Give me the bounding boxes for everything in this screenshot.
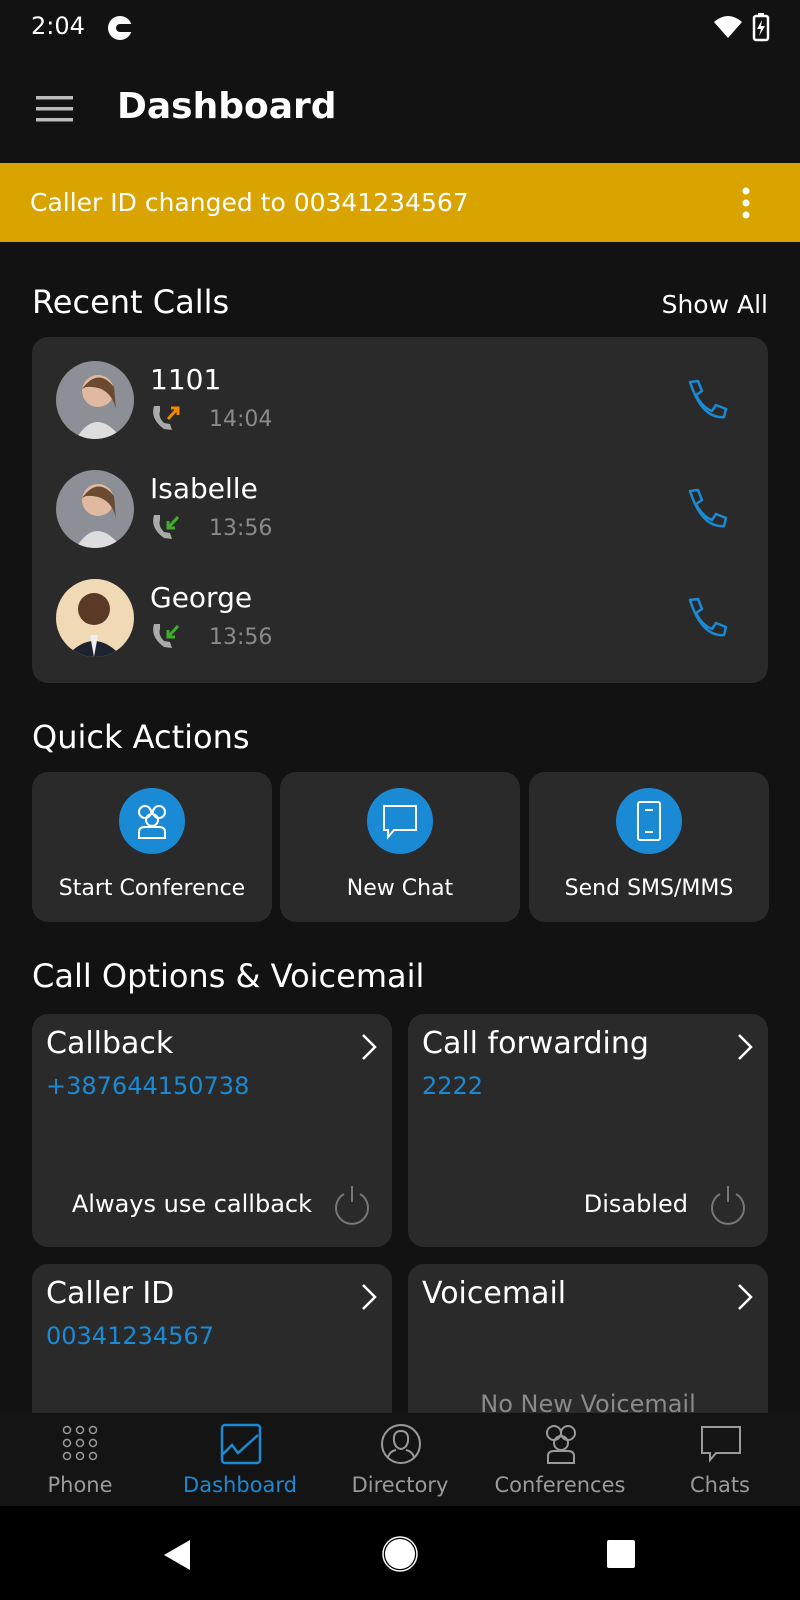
caller-name: George [150,581,253,614]
recent-call-row[interactable]: 1101 14:04 [32,337,768,446]
chevron-right-icon [738,1034,753,1060]
more-options-icon[interactable] [742,187,750,219]
nav-conferences[interactable]: Conferences [480,1413,640,1506]
nav-chats-label: Chats [689,1473,751,1497]
new-chat-label: New Chat [346,876,454,901]
start-conference-button[interactable]: Start Conference [32,772,272,922]
send-sms-button[interactable]: Send SMS/MMS [529,772,769,922]
bottom-navigation: Phone Dashboard Directory Conferences Ch… [0,1413,800,1506]
app-bar: Dashboard [0,56,800,163]
voicemail-title: Voicemail [422,1276,567,1311]
recent-call-row[interactable]: George 13:56 [32,555,768,664]
call-forwarding-status: Disabled [583,1190,688,1218]
status-bar: 2:04 [0,0,800,56]
nav-chats[interactable]: Chats [640,1413,800,1506]
wifi-icon [714,16,742,38]
incoming-call-icon [153,624,180,648]
call-options-heading: Call Options & Voicemail [32,957,425,995]
system-navigation-bar [0,1506,800,1600]
caller-id-banner: Caller ID changed to 00341234567 [0,163,800,242]
menu-icon[interactable] [36,96,73,122]
send-sms-label: Send SMS/MMS [564,876,734,901]
app-notification-icon [108,16,134,40]
call-time: 14:04 [209,407,273,432]
call-time: 13:56 [209,625,273,650]
battery-charging-icon [752,13,770,42]
outgoing-call-icon [153,406,180,430]
nav-phone[interactable]: Phone [0,1413,160,1506]
chevron-right-icon [362,1034,377,1060]
recent-call-row[interactable]: Isabelle 13:56 [32,446,768,555]
callback-status: Always use callback [71,1190,312,1218]
caller-id-number: 00341234567 [46,1322,214,1350]
incoming-call-icon [153,515,180,539]
conference-icon [546,1425,576,1464]
caller-id-title: Caller ID [46,1276,175,1311]
back-icon[interactable] [162,1538,192,1572]
start-conference-label: Start Conference [58,876,246,901]
conference-icon [119,788,185,854]
mobile-icon [616,788,682,854]
recent-calls-heading: Recent Calls [32,283,230,321]
recent-calls-card: 1101 14:04 Isabelle 13:56 George 13:56 [32,337,768,683]
nav-phone-label: Phone [47,1473,113,1497]
recents-icon[interactable] [606,1539,636,1569]
call-icon[interactable] [682,597,728,641]
status-time: 2:04 [31,12,85,40]
dashboard-chart-icon [220,1423,262,1465]
nav-directory[interactable]: Directory [320,1413,480,1506]
avatar [56,361,134,439]
call-forwarding-title: Call forwarding [422,1026,649,1061]
call-icon[interactable] [682,379,728,423]
page-title: Dashboard [117,86,337,127]
call-forwarding-card[interactable]: Call forwarding 2222 Disabled [408,1014,768,1247]
new-chat-button[interactable]: New Chat [280,772,520,922]
banner-text: Caller ID changed to 00341234567 [30,188,469,217]
chevron-right-icon [362,1284,377,1310]
call-time: 13:56 [209,516,273,541]
nav-directory-label: Directory [351,1473,449,1497]
nav-conferences-label: Conferences [494,1473,626,1497]
call-icon[interactable] [682,488,728,532]
avatar [56,579,134,657]
avatar [56,470,134,548]
callback-title: Callback [46,1026,174,1061]
show-all-link[interactable]: Show All [662,290,768,319]
callback-number: +387644150738 [46,1072,250,1100]
nav-dashboard-label: Dashboard [183,1473,297,1497]
call-forwarding-number: 2222 [422,1072,484,1100]
chat-icon [367,788,433,854]
dialpad-icon [62,1425,98,1461]
home-icon[interactable] [382,1536,418,1572]
caller-name: 1101 [150,363,222,396]
power-toggle-icon[interactable] [332,1184,372,1226]
nav-dashboard[interactable]: Dashboard [160,1413,320,1506]
caller-name: Isabelle [150,472,258,505]
chevron-right-icon [738,1284,753,1310]
chat-icon [701,1426,741,1463]
power-toggle-icon[interactable] [708,1184,748,1226]
contact-icon [381,1424,421,1464]
callback-card[interactable]: Callback +387644150738 Always use callba… [32,1014,392,1247]
quick-actions-heading: Quick Actions [32,718,250,756]
